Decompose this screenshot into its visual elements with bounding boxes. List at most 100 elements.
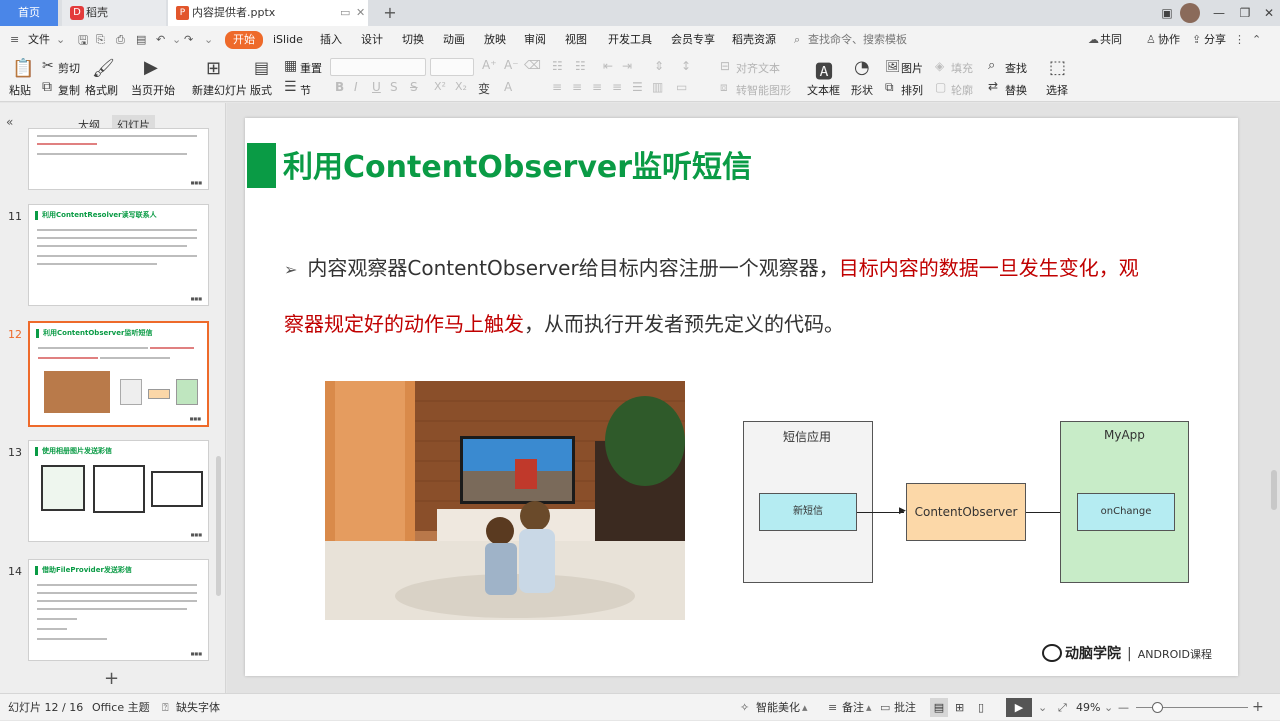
section-button[interactable]: 节	[300, 82, 311, 98]
picture-icon[interactable]: 🖼	[885, 59, 900, 73]
font-color-icon[interactable]: A	[504, 80, 512, 94]
avatar[interactable]	[1180, 3, 1200, 23]
menu-insert[interactable]: 插入	[320, 26, 342, 54]
undo-dropdown-icon[interactable]: ⌄	[172, 26, 181, 54]
scissors-icon[interactable]: ✂	[42, 58, 54, 74]
zoom-slider-thumb[interactable]	[1152, 702, 1163, 713]
outline-icon[interactable]: ▢	[935, 80, 946, 94]
fill-icon[interactable]: ◈	[935, 59, 944, 73]
tab-document[interactable]: P 内容提供者.pptx ▭ ✕	[168, 0, 368, 26]
slide-sorter-icon[interactable]: ⊞	[955, 694, 964, 721]
menu-member[interactable]: 会员专享	[671, 26, 715, 54]
distribute-icon[interactable]: ☰	[632, 80, 643, 94]
tab-close-icon[interactable]: ✕	[356, 0, 365, 26]
more-icon[interactable]: ⋮	[1234, 26, 1245, 54]
slide-thumbnail[interactable]: ■■■	[28, 128, 209, 190]
missing-font-button[interactable]: 缺失字体	[176, 694, 220, 721]
align-right-icon[interactable]: ≡	[592, 80, 602, 94]
zoom-in-icon[interactable]: +	[1252, 694, 1264, 721]
slide-bullet-text[interactable]: ➢ 内容观察器ContentObserver给目标内容注册一个观察器，目标内容的数…	[284, 241, 1154, 351]
select-button[interactable]: 选择	[1046, 82, 1068, 98]
notes-dropdown-icon[interactable]: ▴	[866, 694, 872, 721]
italic-icon[interactable]: I	[354, 80, 358, 94]
outline-button[interactable]: 轮廓	[951, 82, 973, 98]
add-slide-icon[interactable]: +	[104, 668, 119, 689]
minimize-icon[interactable]: —	[1206, 0, 1232, 26]
theme-name[interactable]: Office 主题	[92, 694, 150, 721]
command-search-input[interactable]: 查找命令、搜索模板	[808, 26, 907, 54]
undo-icon[interactable]: ↶	[156, 26, 165, 54]
play-slideshow-button[interactable]: ▶	[1006, 698, 1032, 717]
preview-icon[interactable]: ▤	[136, 26, 146, 54]
menu-transition[interactable]: 切换	[402, 26, 424, 54]
textbox-icon[interactable]: 🅰	[815, 58, 833, 84]
replace-icon[interactable]: ⇄	[988, 79, 998, 93]
layout-button[interactable]: 版式	[250, 82, 272, 98]
replace-button[interactable]: 替换	[1005, 82, 1027, 98]
arrange-button[interactable]: 排列	[901, 82, 923, 98]
reset-icon[interactable]: ▦	[284, 58, 297, 74]
reading-view-icon[interactable]: ▯	[978, 694, 984, 721]
export-icon[interactable]: ⎘	[96, 26, 105, 54]
outdent-icon[interactable]: ⇥	[622, 59, 632, 73]
shape-button[interactable]: 形状	[851, 82, 873, 98]
fill-button[interactable]: 填充	[951, 60, 973, 76]
smart-shape-icon[interactable]: ⧈	[720, 80, 728, 95]
menu-islide[interactable]: iSlide	[273, 26, 303, 54]
new-tab-button[interactable]: +	[380, 0, 400, 26]
find-button[interactable]: 查找	[1005, 60, 1027, 76]
superscript-icon[interactable]: X²	[434, 80, 446, 93]
section-icon[interactable]: ☰	[284, 79, 297, 95]
hamburger-icon[interactable]: ≡	[10, 26, 19, 54]
columns-icon[interactable]: ▥	[652, 80, 663, 94]
clipboard-icon[interactable]: 📋	[12, 58, 34, 79]
play-circle-icon[interactable]: ▶	[144, 57, 158, 78]
layout-icon[interactable]: ▤	[254, 58, 269, 77]
bullets-icon[interactable]: ☷	[552, 59, 563, 73]
beautify-dropdown-icon[interactable]: ▴	[802, 694, 808, 721]
children-watching-tv-photo[interactable]	[325, 381, 685, 620]
zoom-dropdown-icon[interactable]: ⌄	[1104, 694, 1113, 721]
play-current-button[interactable]: 当页开始	[131, 82, 175, 98]
shrink-font-icon[interactable]: A⁻	[504, 58, 519, 72]
underline-icon[interactable]: U	[372, 80, 381, 94]
panel-scrollbar[interactable]	[216, 456, 221, 596]
char-spacing-icon[interactable]: 变	[478, 80, 490, 97]
find-icon[interactable]: ⌕	[988, 58, 995, 73]
redo-icon[interactable]: ↷	[184, 26, 193, 54]
tab-home[interactable]: 首页	[0, 0, 58, 26]
new-slide-icon[interactable]: ⊞	[206, 58, 221, 79]
textbox-button[interactable]: 文本框	[807, 82, 840, 98]
zoom-level[interactable]: 49%	[1076, 694, 1100, 721]
align-text-button[interactable]: 对齐文本	[736, 60, 780, 76]
observer-flow-diagram[interactable]: 短信应用 新短信 ▶ ContentObserver ▶ MyApp onCha…	[735, 415, 1205, 595]
copy-icon[interactable]: ⧉	[42, 79, 52, 95]
notes-button[interactable]: 备注	[842, 694, 864, 721]
slide-title[interactable]: 利用ContentObserver监听短信	[283, 142, 752, 186]
slide-thumbnail-selected[interactable]: 利用ContentObserver监听短信 ■■■	[28, 321, 209, 427]
tab-daoke[interactable]: D 稻壳	[62, 0, 166, 26]
menu-design[interactable]: 设计	[361, 26, 383, 54]
save-icon[interactable]: 🖫	[78, 26, 88, 54]
menu-animation[interactable]: 动画	[443, 26, 465, 54]
bold-icon[interactable]: B	[335, 80, 344, 94]
menu-review[interactable]: 审阅	[524, 26, 546, 54]
zoom-out-icon[interactable]: —	[1118, 694, 1129, 721]
more-chevron-icon[interactable]: ⌄	[204, 26, 213, 54]
collapse-panel-icon[interactable]: «	[6, 115, 13, 129]
format-painter-button[interactable]: 格式刷	[85, 82, 118, 98]
slideshow-dropdown-icon[interactable]: ⌄	[1038, 694, 1047, 721]
menu-file[interactable]: 文件	[28, 26, 50, 54]
menu-developer[interactable]: 开发工具	[608, 26, 652, 54]
print-icon[interactable]: ⎙	[116, 26, 125, 54]
line-spacing-icon[interactable]: ↕	[681, 59, 691, 73]
comments-button[interactable]: 批注	[894, 694, 916, 721]
text-box-align-icon[interactable]: ▭	[676, 80, 687, 94]
select-icon[interactable]: ⬚	[1049, 57, 1066, 78]
numbering-icon[interactable]: ☷	[575, 59, 586, 73]
new-slide-button[interactable]: 新建幻灯片	[192, 82, 247, 98]
window-layout-icon[interactable]: ▣	[1154, 0, 1180, 26]
canvas-scrollbar[interactable]	[1271, 470, 1277, 510]
grow-font-icon[interactable]: A⁺	[482, 58, 497, 72]
align-text-icon[interactable]: ⊟	[720, 59, 730, 73]
